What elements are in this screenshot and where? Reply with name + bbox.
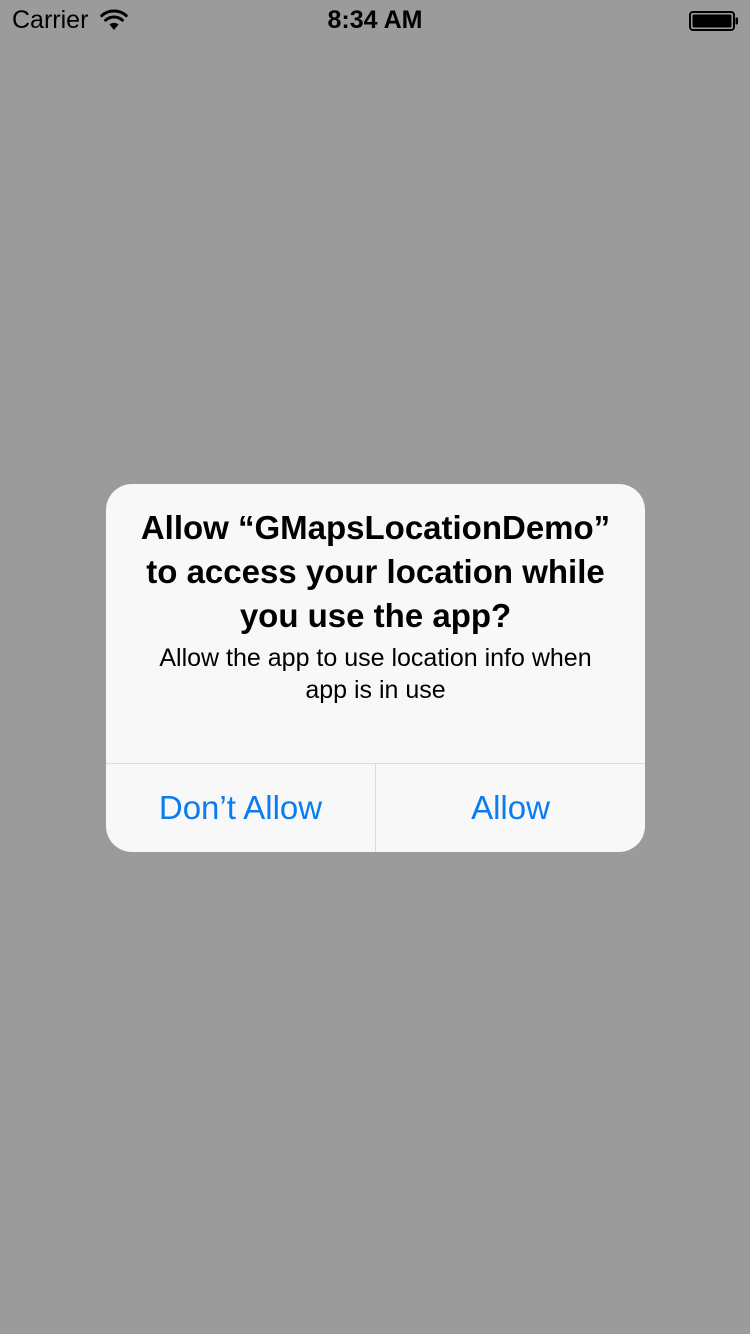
alert-title-line: to access your location while xyxy=(146,553,605,590)
alert-message-line: app is in use xyxy=(305,676,446,704)
battery-full-icon xyxy=(689,11,738,31)
alert-message: Allow the app to use location info when … xyxy=(126,642,625,706)
alert-title-line: Allow “GMapsLocationDemo” xyxy=(140,509,611,546)
status-bar: Carrier 8:34 AM xyxy=(0,0,750,40)
alert-message-line: Allow the app to use location info when xyxy=(159,644,592,672)
allow-button[interactable]: Allow xyxy=(376,764,645,852)
location-permission-alert: Allow “GMapsLocationDemo” to access your… xyxy=(106,484,645,852)
alert-title-line: you use the app? xyxy=(239,597,512,634)
dont-allow-button[interactable]: Don’t Allow xyxy=(106,764,375,852)
clock-time: 8:34 AM xyxy=(327,6,423,34)
alert-title: Allow “GMapsLocationDemo” to access your… xyxy=(126,506,625,638)
